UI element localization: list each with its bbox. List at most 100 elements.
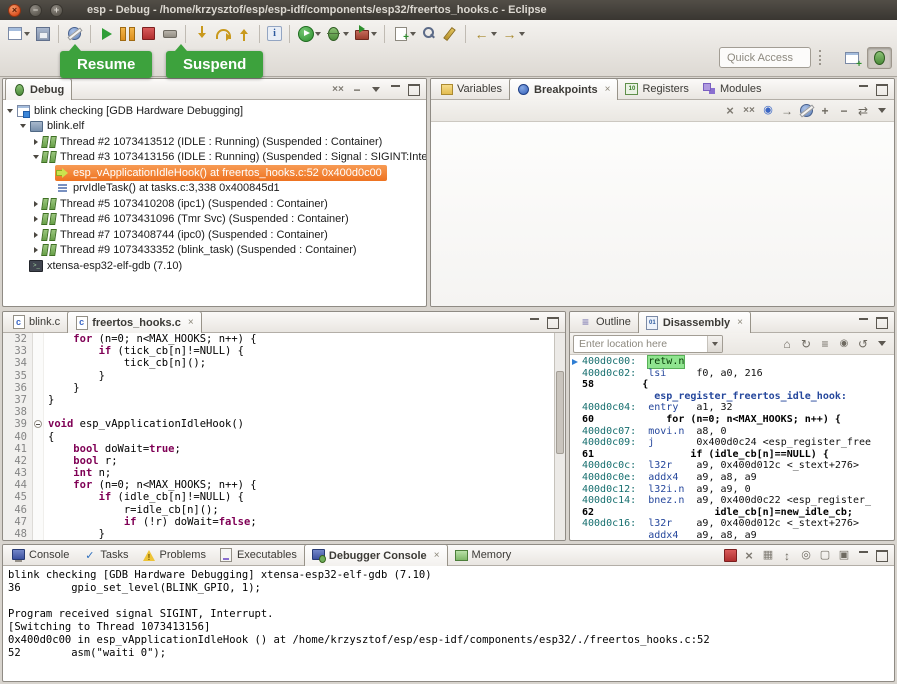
line-number[interactable]: 40 bbox=[3, 431, 33, 443]
view-menu-button[interactable] bbox=[873, 335, 891, 352]
editor-line[interactable]: 33 if (tick_cb[n]!=NULL) { bbox=[3, 345, 554, 357]
line-number[interactable]: 41 bbox=[3, 443, 33, 455]
tree-row[interactable]: Thread #6 1073431096 (Tmr Svc) (Suspende… bbox=[3, 212, 426, 228]
tab-breakpoints[interactable]: Breakpoints× bbox=[509, 78, 618, 100]
maximize-window-button[interactable]: + bbox=[50, 4, 63, 17]
forward-button[interactable]: → bbox=[499, 22, 527, 45]
close-tab-icon[interactable]: × bbox=[434, 550, 440, 561]
tab-disassembly[interactable]: Disassembly× bbox=[638, 311, 751, 333]
disassembly-line[interactable]: 62 idle_cb[n]=new_idle_cb; bbox=[570, 507, 894, 519]
tree-row[interactable]: Thread #3 1073413156 (IDLE : Running) (S… bbox=[3, 150, 426, 166]
minimize-button[interactable] bbox=[854, 314, 872, 331]
line-number[interactable]: 46 bbox=[3, 504, 33, 516]
pin-console-button[interactable]: ◎ bbox=[797, 547, 815, 564]
close-tab-icon[interactable]: × bbox=[737, 317, 743, 328]
toolbar-drag-handle[interactable] bbox=[819, 50, 823, 65]
collapse-all-button[interactable]: − bbox=[835, 102, 853, 119]
disassembly-line[interactable]: 400d0c12: l32i.n a9, a9, 0 bbox=[570, 484, 894, 496]
remove-all-terminated-button[interactable]: ×× bbox=[329, 81, 347, 98]
tab-freertos-hooks-c[interactable]: freertos_hooks.c× bbox=[67, 311, 202, 333]
line-number[interactable]: 32 bbox=[3, 333, 33, 345]
refresh-button[interactable]: ↺ bbox=[854, 335, 872, 352]
editor-line[interactable]: 38 bbox=[3, 406, 554, 418]
line-number[interactable]: 35 bbox=[3, 370, 33, 382]
tree-row[interactable]: prvIdleTask() at tasks.c:3,338 0x400845d… bbox=[3, 181, 426, 197]
twisty-collapsed-icon[interactable] bbox=[31, 245, 41, 255]
instruction-stepping-button[interactable] bbox=[265, 22, 284, 45]
open-perspective-button[interactable] bbox=[839, 47, 864, 69]
clear-console-button[interactable]: ▦ bbox=[759, 547, 777, 564]
editor-line[interactable]: 45 if (idle_cb[n]!=NULL) { bbox=[3, 491, 554, 503]
line-number[interactable]: 33 bbox=[3, 345, 33, 357]
tab-problems[interactable]: Problems bbox=[135, 545, 212, 565]
tree-row[interactable]: Thread #5 1073410208 (ipc1) (Suspended :… bbox=[3, 196, 426, 212]
pin-button[interactable]: ◉ bbox=[835, 335, 853, 352]
minimize-window-button[interactable]: − bbox=[29, 4, 42, 17]
editor-line[interactable]: 32 for (n=0; n<MAX_HOOKS; n++) { bbox=[3, 333, 554, 345]
show-breakpoints-for-button[interactable]: ◉ bbox=[759, 102, 777, 119]
disassembly-line[interactable]: 400d0c0c: l32r a9, 0x400d012c <_stext+27… bbox=[570, 460, 894, 472]
disassembly-content[interactable]: 400d0c00: retw.n400d0c02: lsi f0, a0, 21… bbox=[570, 355, 894, 541]
twisty-expanded-icon[interactable] bbox=[5, 106, 15, 116]
tab-executables[interactable]: Executables bbox=[213, 545, 304, 565]
tree-row[interactable]: Thread #7 1073408744 (ipc0) (Suspended :… bbox=[3, 227, 426, 243]
view-menu-button[interactable] bbox=[367, 81, 385, 98]
tab-outline[interactable]: Outline bbox=[572, 312, 638, 332]
line-number[interactable]: 42 bbox=[3, 455, 33, 467]
save-button[interactable] bbox=[32, 22, 53, 45]
disassembly-line[interactable]: 400d0c14: bnez.n a9, 0x400d0c22 <esp_reg… bbox=[570, 495, 894, 507]
maximize-button[interactable] bbox=[873, 314, 891, 331]
editor-line[interactable]: 48 } bbox=[3, 528, 554, 540]
step-return-button[interactable] bbox=[233, 22, 254, 45]
tree-row[interactable]: Thread #2 1073413512 (IDLE : Running) (S… bbox=[3, 134, 426, 150]
line-number[interactable]: 36 bbox=[3, 382, 33, 394]
terminate-button[interactable] bbox=[721, 547, 739, 564]
search-button[interactable] bbox=[418, 22, 439, 45]
line-number[interactable]: 47 bbox=[3, 516, 33, 528]
minimize-button[interactable] bbox=[854, 81, 872, 98]
back-button[interactable]: ← bbox=[471, 22, 499, 45]
disassembly-line[interactable]: 400d0c02: lsi f0, a0, 216 bbox=[570, 368, 894, 380]
close-tab-icon[interactable]: × bbox=[605, 84, 611, 95]
suspend-button[interactable] bbox=[117, 22, 138, 45]
twisty-collapsed-icon[interactable] bbox=[31, 230, 41, 240]
line-number[interactable]: 45 bbox=[3, 491, 33, 503]
maximize-button[interactable] bbox=[873, 81, 891, 98]
disassembly-line[interactable]: 60 for (n=0; n<MAX_HOOKS; n++) { bbox=[570, 414, 894, 426]
tab-modules[interactable]: Modules bbox=[696, 79, 769, 99]
titlebar[interactable]: × − + esp - Debug - /home/krzysztof/esp/… bbox=[0, 0, 897, 20]
tab-tasks[interactable]: Tasks bbox=[76, 545, 135, 565]
close-tab-icon[interactable]: × bbox=[188, 317, 194, 328]
editor-line[interactable]: 39void esp_vApplicationIdleHook() bbox=[3, 418, 554, 430]
editor-line[interactable]: 40{ bbox=[3, 431, 554, 443]
line-number[interactable]: 44 bbox=[3, 479, 33, 491]
disassembly-line[interactable]: 400d0c09: j 0x400d0c24 <esp_register_fre… bbox=[570, 437, 894, 449]
console-output[interactable]: blink checking [GDB Hardware Debugging] … bbox=[3, 566, 894, 680]
editor-scrollbar[interactable] bbox=[554, 333, 565, 541]
skip-all-breakpoints-button[interactable] bbox=[64, 22, 85, 45]
editor-line[interactable]: 34 tick_cb[n](); bbox=[3, 357, 554, 369]
fold-marker[interactable] bbox=[33, 418, 44, 430]
editor-line[interactable]: 47 if (!r) doWait=false; bbox=[3, 516, 554, 528]
tree-row[interactable]: blink.elf bbox=[3, 119, 426, 135]
scroll-lock-button[interactable]: ↕ bbox=[778, 547, 796, 564]
minimize-button[interactable] bbox=[854, 547, 872, 564]
remove-launch-button[interactable]: × bbox=[740, 547, 758, 564]
show-source-button[interactable]: ≡ bbox=[816, 335, 834, 352]
disassembly-line[interactable]: 400d0c04: entry a1, 32 bbox=[570, 402, 894, 414]
editor-scrollbar-thumb[interactable] bbox=[556, 371, 564, 455]
editor-line[interactable]: 41 bool doWait=true; bbox=[3, 443, 554, 455]
disassembly-line[interactable]: 400d0c16: l32r a9, 0x400d012c <_stext+27… bbox=[570, 518, 894, 530]
debug-perspective-button[interactable] bbox=[867, 47, 892, 69]
maximize-button[interactable] bbox=[544, 314, 562, 331]
minimize-button[interactable] bbox=[525, 314, 543, 331]
step-into-button[interactable] bbox=[191, 22, 212, 45]
tab-variables[interactable]: Variables bbox=[433, 79, 509, 99]
line-number[interactable]: 38 bbox=[3, 406, 33, 418]
resume-button[interactable] bbox=[96, 22, 117, 45]
editor-line[interactable]: 36 } bbox=[3, 382, 554, 394]
new-file-button[interactable] bbox=[390, 22, 418, 45]
collapse-all-button[interactable]: − bbox=[348, 81, 366, 98]
line-number[interactable]: 34 bbox=[3, 357, 33, 369]
disassembly-line[interactable]: 400d0c00: retw.n bbox=[570, 356, 894, 368]
